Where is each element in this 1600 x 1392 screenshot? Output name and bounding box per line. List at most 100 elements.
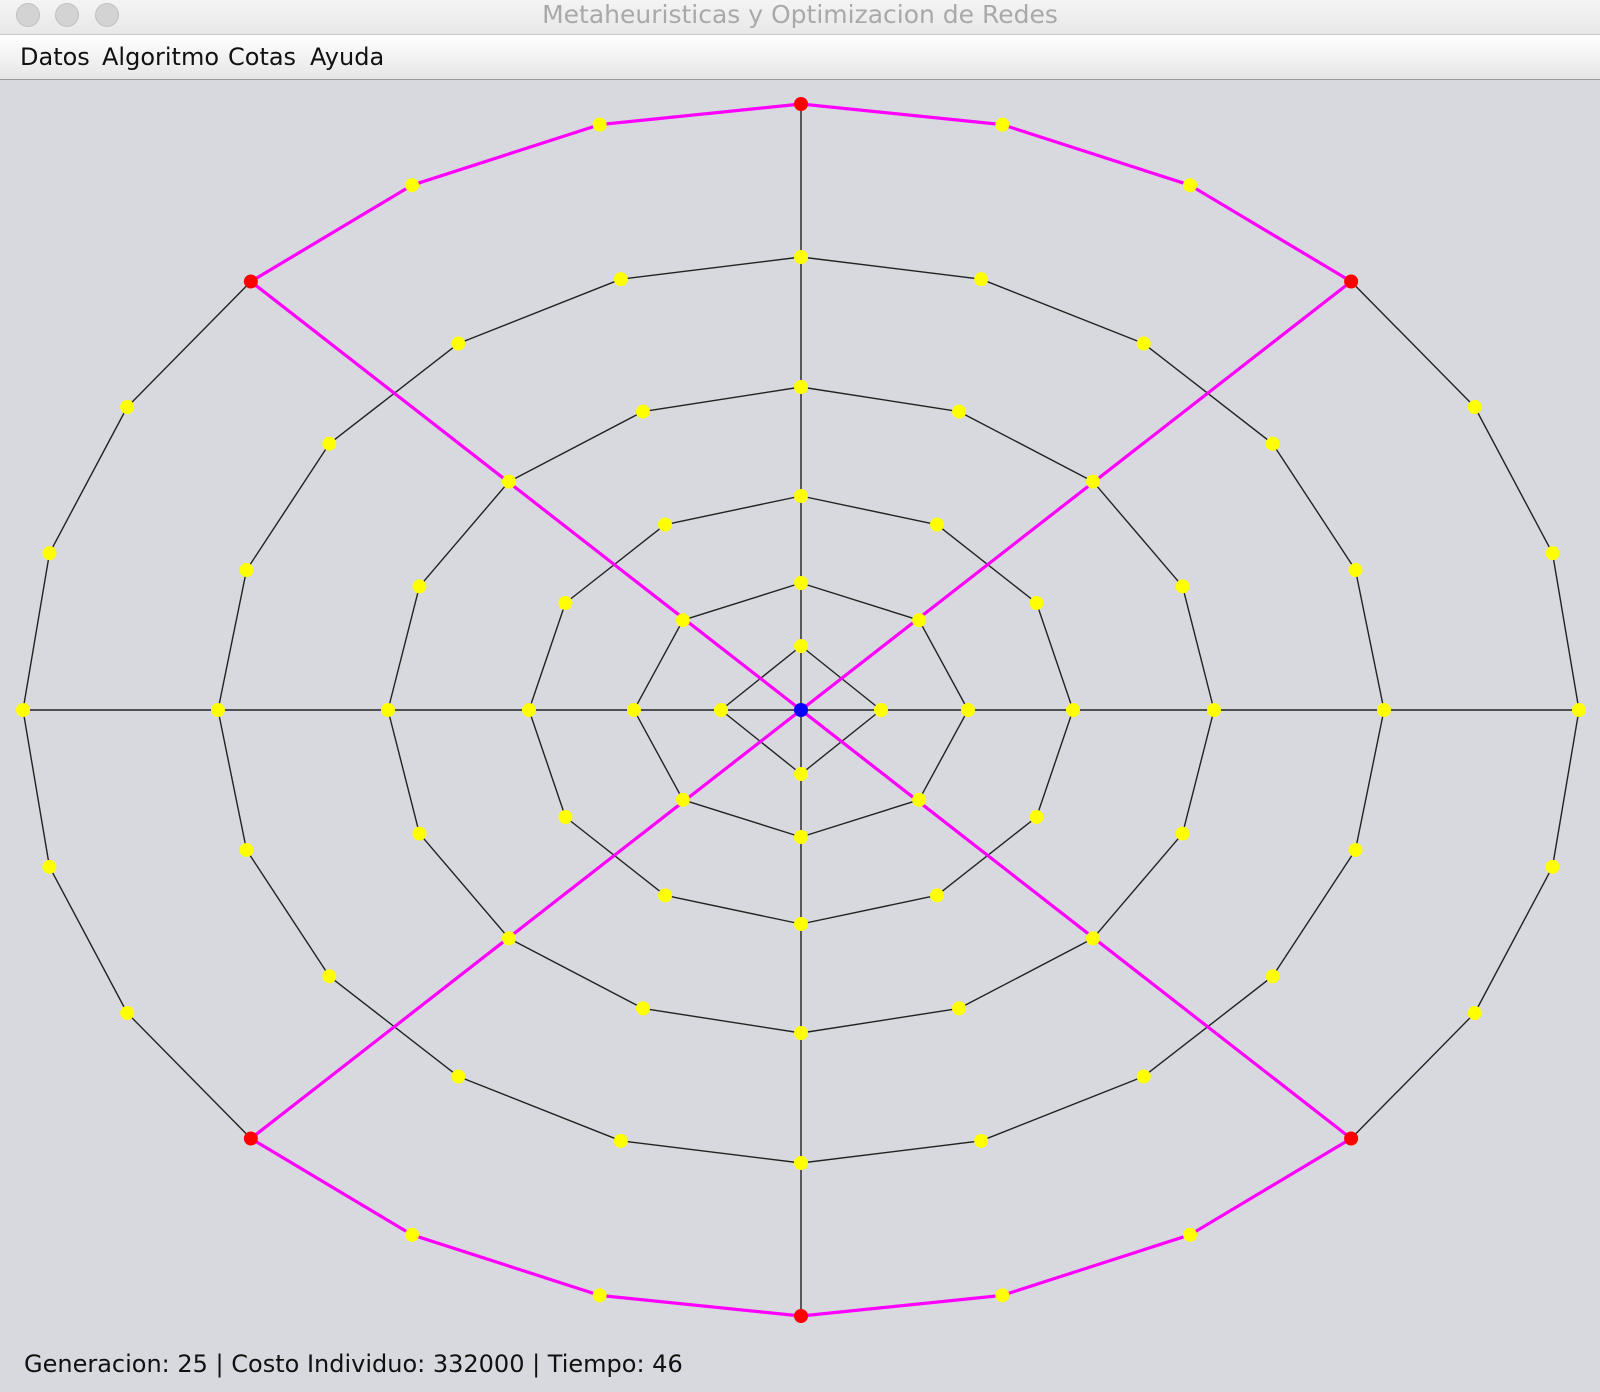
graph-node[interactable] [794,1156,808,1170]
network-graph-canvas[interactable] [0,81,1600,1392]
graph-node[interactable] [239,842,254,857]
graph-node[interactable] [912,613,927,628]
graph-node[interactable] [501,931,516,946]
graph-node[interactable] [522,703,536,717]
graph-node[interactable] [952,1001,967,1016]
ring-edge [528,602,567,711]
graph-node[interactable] [1183,1227,1197,1242]
graph-node[interactable] [405,1227,419,1242]
graph-node[interactable] [42,859,57,874]
graph-node-root[interactable] [794,703,808,717]
graph-node[interactable] [1183,178,1197,193]
graph-node-special[interactable] [1344,1131,1359,1146]
ring-edge [642,386,802,413]
graph-node[interactable] [1136,1069,1151,1084]
graph-node[interactable] [1136,336,1151,351]
graph-node[interactable] [1545,546,1560,561]
graph-node[interactable] [794,250,808,264]
ring-edge [1035,602,1074,711]
menu-cotas[interactable]: Cotas [228,42,296,72]
graph-node[interactable] [952,404,967,419]
menu-ayuda[interactable]: Ayuda [310,42,384,72]
ring-edge [508,410,644,483]
graph-node[interactable] [675,613,690,628]
menu-datos[interactable]: Datos [20,42,90,72]
graph-node[interactable] [635,404,650,419]
graph-node[interactable] [995,1288,1010,1303]
graph-node[interactable] [1572,703,1586,717]
graph-node[interactable] [42,546,57,561]
graph-node[interactable] [961,703,975,717]
graph-node[interactable] [675,792,690,807]
graph-node[interactable] [995,117,1010,132]
graph-node[interactable] [16,703,30,717]
graph-node[interactable] [794,489,808,503]
graph-node[interactable] [874,703,888,717]
graph-node[interactable] [451,336,466,351]
graph-node[interactable] [412,579,427,594]
graph-node[interactable] [794,767,808,781]
graph-node[interactable] [1348,842,1363,857]
graph-node[interactable] [239,563,254,578]
ring-edge [918,709,969,801]
graph-node[interactable] [627,703,641,717]
graph-node[interactable] [794,576,808,590]
graph-node-special[interactable] [243,274,258,289]
graph-node[interactable] [794,1026,808,1040]
menu-algoritmo[interactable]: Algoritmo [102,42,219,72]
graph-node[interactable] [501,474,516,489]
graph-node[interactable] [381,703,395,717]
graph-node[interactable] [794,917,808,931]
graph-node[interactable] [912,792,927,807]
graph-node[interactable] [120,1006,135,1020]
graph-node[interactable] [794,830,808,844]
graph-node[interactable] [974,272,989,287]
graph-node[interactable] [322,969,337,984]
graph-node[interactable] [1467,1006,1482,1020]
graph-node[interactable] [1265,969,1280,984]
graph-node-special[interactable] [794,1309,808,1323]
graph-node[interactable] [558,810,573,824]
graph-node-special[interactable] [1344,274,1359,289]
graph-node[interactable] [1086,474,1101,489]
graph-node[interactable] [211,703,225,717]
graph-node[interactable] [120,400,135,414]
graph-node[interactable] [794,639,808,653]
graph-node[interactable] [635,1001,650,1016]
graph-node[interactable] [1377,703,1391,717]
graph-node[interactable] [1175,579,1190,594]
graph-node[interactable] [1066,703,1080,717]
graph-node[interactable] [1348,563,1363,578]
graph-node[interactable] [451,1069,466,1084]
graph-node[interactable] [658,517,672,532]
graph-node[interactable] [613,1133,628,1148]
graph-node[interactable] [1029,596,1044,610]
graph-node[interactable] [412,826,427,841]
graph-node[interactable] [794,380,808,394]
graph-node[interactable] [930,517,944,532]
solution-edge [599,102,802,127]
ring-edge [1181,586,1215,711]
graph-node[interactable] [658,888,672,903]
graph-node[interactable] [974,1133,989,1148]
graph-node[interactable] [930,888,944,903]
graph-node[interactable] [613,272,628,287]
ring-edge [458,1075,622,1142]
graph-node[interactable] [1175,826,1190,841]
graph-node[interactable] [1029,810,1044,824]
graph-node[interactable] [1265,436,1280,451]
graph-node[interactable] [1467,400,1482,414]
graph-node[interactable] [1545,859,1560,874]
graph-node[interactable] [1086,931,1101,946]
graph-node[interactable] [592,1288,607,1303]
graph-node[interactable] [558,596,573,610]
graph-node[interactable] [592,117,607,132]
graph-node[interactable] [322,436,337,451]
ring-edge [22,709,51,867]
graph-node[interactable] [1207,703,1221,717]
ring-edge [528,709,567,818]
graph-node-special[interactable] [794,97,808,111]
graph-node[interactable] [714,703,728,717]
graph-node[interactable] [405,178,419,193]
graph-node-special[interactable] [243,1131,258,1146]
